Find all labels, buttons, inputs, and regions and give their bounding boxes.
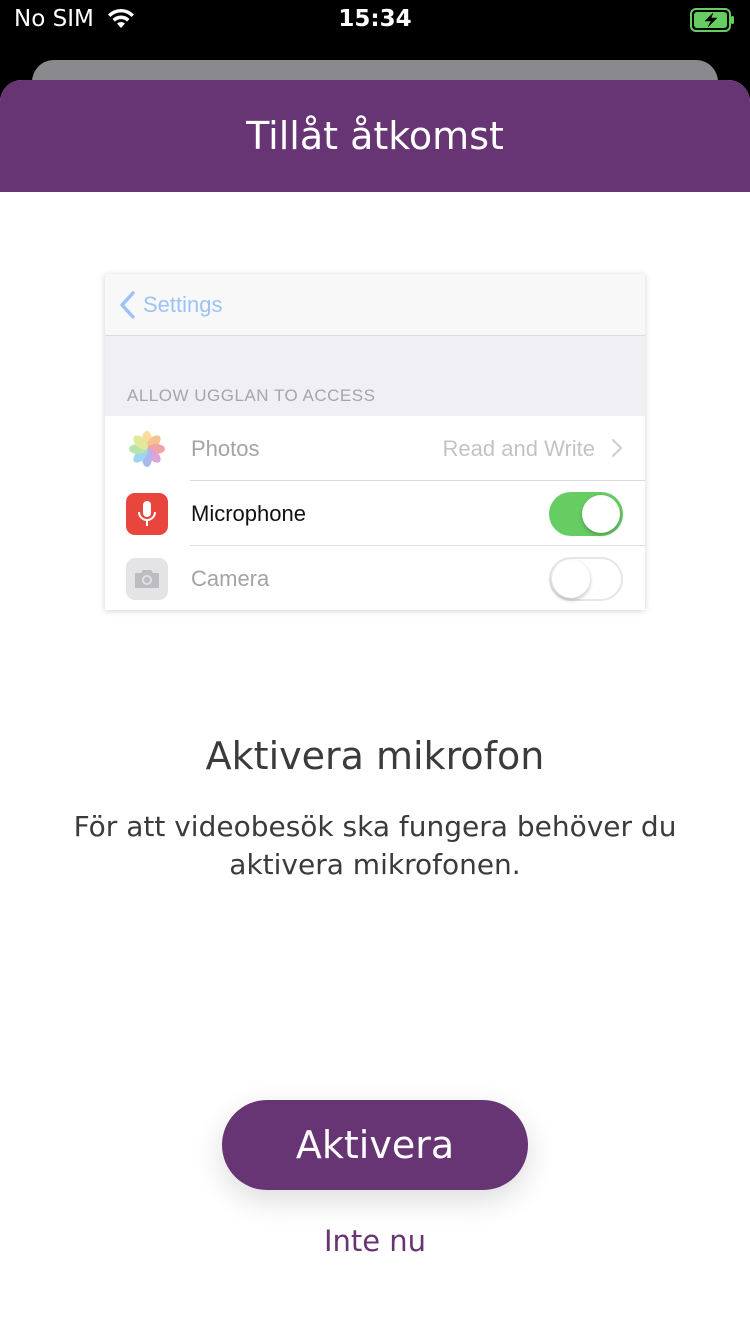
permission-description: För att videobesök ska fungera behöver d…: [73, 810, 677, 881]
activate-button[interactable]: Aktivera: [222, 1100, 528, 1190]
settings-illustration: Settings ALLOW UGGLAN TO ACCESS Photos R…: [105, 274, 645, 610]
settings-section: ALLOW UGGLAN TO ACCESS: [105, 336, 645, 416]
setting-row-camera: Camera: [105, 546, 645, 610]
setting-row-photos: Photos Read and Write: [105, 416, 645, 481]
modal-header: Tillåt åtkomst: [0, 80, 750, 192]
toggle-knob: [552, 560, 590, 598]
camera-label: Camera: [191, 565, 270, 591]
back-label: Settings: [143, 291, 223, 317]
microphone-icon: [126, 493, 168, 535]
status-time: 15:34: [338, 6, 412, 32]
microphone-toggle: [549, 492, 623, 536]
back-chevron-icon: [120, 290, 135, 319]
section-header: ALLOW UGGLAN TO ACCESS: [127, 386, 376, 405]
modal-title: Tillåt åtkomst: [246, 114, 504, 158]
photos-label: Photos: [191, 435, 260, 461]
photos-icon: [126, 428, 168, 470]
settings-nav-bar: Settings: [105, 274, 645, 336]
microphone-label: Microphone: [191, 500, 306, 526]
permission-modal: Tillåt åtkomst Settings ALLOW UGGLAN TO …: [0, 80, 750, 1334]
permission-heading: Aktivera mikrofon: [205, 734, 545, 778]
toggle-knob: [582, 495, 620, 533]
setting-row-microphone: Microphone: [105, 481, 645, 546]
photos-value: Read and Write: [442, 435, 595, 461]
not-now-link[interactable]: Inte nu: [0, 1224, 750, 1258]
camera-icon: [126, 558, 168, 600]
camera-toggle: [549, 557, 623, 601]
chevron-right-icon: [611, 438, 623, 458]
status-bar: No SIM 15:34: [0, 0, 750, 40]
battery-charging-icon: [690, 8, 734, 32]
